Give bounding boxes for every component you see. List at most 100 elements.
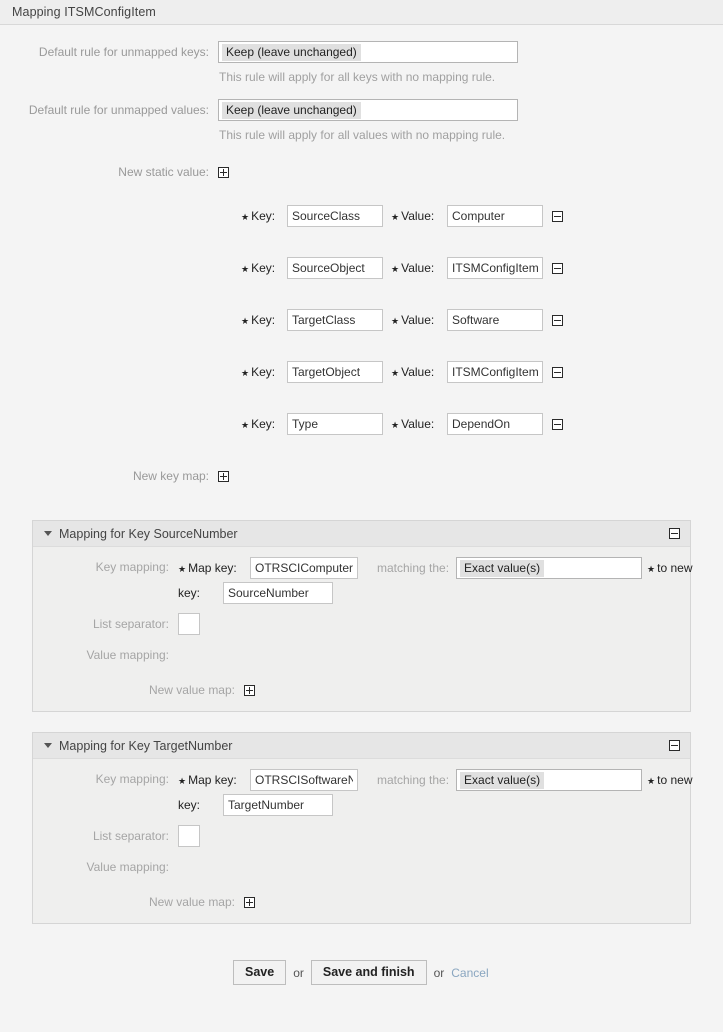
new-key-label: key: xyxy=(178,798,201,812)
collapse-panel-icon[interactable] xyxy=(669,528,680,539)
map-key-input[interactable] xyxy=(250,769,358,791)
required-star-icon: ★ xyxy=(241,368,250,378)
to-new-label: ★ to new xyxy=(647,773,692,787)
matching-type-selected: Exact value(s) xyxy=(460,771,545,789)
remove-static-value[interactable] xyxy=(552,210,563,222)
cancel-link[interactable]: Cancel xyxy=(451,966,488,980)
required-star-icon: ★ xyxy=(241,212,250,222)
remove-static-value[interactable] xyxy=(552,262,563,274)
matching-type-select[interactable]: Exact value(s) xyxy=(456,557,643,579)
static-value-row: ★ Key: ★ Value: xyxy=(241,257,723,279)
static-value-label: ★ Value: xyxy=(391,261,447,275)
static-value-row: ★ Key: ★ Value: xyxy=(241,361,723,383)
value-mapping-row: Value mapping: xyxy=(33,645,690,665)
new-value-map-row: New value map: xyxy=(33,683,690,697)
static-value-row: ★ Key: ★ Value: xyxy=(241,309,723,331)
minus-square-icon xyxy=(552,366,563,378)
static-key-input[interactable] xyxy=(287,413,383,435)
collapse-panel-icon[interactable] xyxy=(669,740,680,751)
panel-header[interactable]: Mapping for Key SourceNumber xyxy=(33,521,690,547)
list-separator-input[interactable] xyxy=(178,825,200,847)
matching-the-label: matching the: xyxy=(377,773,450,787)
value-mapping-label: Value mapping: xyxy=(86,648,170,662)
matching-type-selected: Exact value(s) xyxy=(460,559,545,577)
save-and-finish-button[interactable]: Save and finish xyxy=(310,960,427,985)
to-new-label: ★ to new xyxy=(647,561,692,575)
default-unmapped-keys-select[interactable]: Keep (leave unchanged) xyxy=(218,41,518,63)
static-value-label-text: Value: xyxy=(401,417,435,431)
static-value-row: ★ Key: ★ Value: xyxy=(241,205,723,227)
new-key-line: key: xyxy=(178,794,692,816)
panel-body: Key mapping: ★ Map key: matching the: Ex… xyxy=(33,759,692,923)
static-key-input[interactable] xyxy=(287,257,383,279)
key-mapping-controls: ★ Map key: matching the: Exact value(s) … xyxy=(178,769,692,816)
key-mapping-controls: ★ Map key: matching the: Exact value(s) … xyxy=(178,557,692,604)
map-key-input[interactable] xyxy=(250,557,358,579)
matching-type-select[interactable]: Exact value(s) xyxy=(456,769,643,791)
static-value-label-text: Value: xyxy=(401,365,435,379)
required-star-icon: ★ xyxy=(391,264,400,274)
caret-down-icon[interactable] xyxy=(44,743,52,748)
new-key-map-field xyxy=(218,469,723,483)
required-star-icon: ★ xyxy=(178,776,187,786)
matching-the-label: matching the: xyxy=(377,561,450,575)
static-value-input[interactable] xyxy=(447,205,543,227)
default-unmapped-values-field: Keep (leave unchanged) This rule will ap… xyxy=(218,99,723,143)
default-unmapped-keys-label: Default rule for unmapped keys: xyxy=(38,45,209,59)
static-key-input[interactable] xyxy=(287,361,383,383)
new-key-input[interactable] xyxy=(223,582,333,604)
new-key-input[interactable] xyxy=(223,794,333,816)
add-value-map-icon[interactable] xyxy=(244,684,255,696)
static-value-label: ★ Value: xyxy=(391,417,447,431)
panel-title: Mapping for Key TargetNumber xyxy=(59,738,233,753)
static-value-row: ★ Key: ★ Value: xyxy=(241,413,723,435)
map-key-label: ★ Map key: xyxy=(178,561,250,575)
static-key-label: ★ Key: xyxy=(241,365,287,379)
key-mapping-row: Key mapping: ★ Map key: matching the: Ex… xyxy=(33,769,692,816)
required-star-icon: ★ xyxy=(391,420,400,430)
static-value-input[interactable] xyxy=(447,309,543,331)
remove-static-value[interactable] xyxy=(552,314,563,326)
add-key-map-icon[interactable] xyxy=(218,471,229,483)
panel-title: Mapping for Key SourceNumber xyxy=(59,526,238,541)
mapping-panel-source-number: Mapping for Key SourceNumber Key mapping… xyxy=(32,520,692,712)
default-unmapped-values-row: Default rule for unmapped values: Keep (… xyxy=(0,99,723,143)
static-value-list: ★ Key: ★ Value: ★ Key: ★ Value: xyxy=(0,205,723,435)
static-value-input[interactable] xyxy=(447,361,543,383)
default-unmapped-values-selected: Keep (leave unchanged) xyxy=(222,101,361,119)
list-separator-label: List separator: xyxy=(92,829,169,843)
default-unmapped-values-hint: This rule will apply for all values with… xyxy=(219,128,506,142)
required-star-icon: ★ xyxy=(241,316,250,326)
static-value-label: ★ Value: xyxy=(391,313,447,327)
required-star-icon: ★ xyxy=(241,420,250,430)
list-separator-row: List separator: xyxy=(33,613,690,635)
new-value-map-row: New value map: xyxy=(33,895,690,909)
mapping-panel-target-number: Mapping for Key TargetNumber Key mapping… xyxy=(32,732,692,924)
list-separator-label: List separator: xyxy=(92,617,169,631)
list-separator-input[interactable] xyxy=(178,613,200,635)
default-unmapped-values-label: Default rule for unmapped values: xyxy=(28,103,209,117)
caret-down-icon[interactable] xyxy=(44,531,52,536)
remove-static-value[interactable] xyxy=(552,418,563,430)
minus-square-icon xyxy=(552,210,563,222)
list-separator-row: List separator: xyxy=(33,825,690,847)
key-mapping-label: Key mapping: xyxy=(95,772,169,786)
static-value-input[interactable] xyxy=(447,413,543,435)
static-value-label: ★ Value: xyxy=(391,209,447,223)
static-value-input[interactable] xyxy=(447,257,543,279)
add-value-map-icon[interactable] xyxy=(244,896,255,908)
static-key-label-text: Key: xyxy=(251,365,276,379)
required-star-icon: ★ xyxy=(241,264,250,274)
panel-header[interactable]: Mapping for Key TargetNumber xyxy=(33,733,690,759)
save-button[interactable]: Save xyxy=(233,960,287,985)
map-key-label: ★ Map key: xyxy=(178,773,250,787)
new-key-label: key: xyxy=(178,586,201,600)
static-key-input[interactable] xyxy=(287,309,383,331)
default-unmapped-values-select[interactable]: Keep (leave unchanged) xyxy=(218,99,518,121)
new-static-value-field xyxy=(218,165,723,179)
static-key-input[interactable] xyxy=(287,205,383,227)
window-header: Mapping ITSMConfigItem xyxy=(0,0,723,25)
minus-square-icon xyxy=(552,418,563,430)
add-static-value-icon[interactable] xyxy=(218,167,229,179)
remove-static-value[interactable] xyxy=(552,366,563,378)
